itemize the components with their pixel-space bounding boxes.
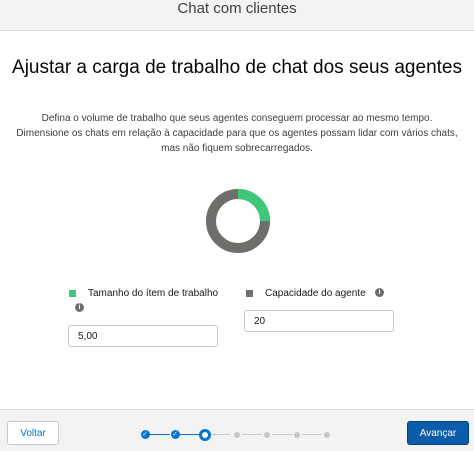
work-item-swatch <box>69 290 76 297</box>
page-description: Defina o volume de trabalho que seus age… <box>16 113 458 154</box>
workload-donut-chart <box>206 189 270 253</box>
progress-connector <box>242 434 262 435</box>
progress-step-current <box>199 428 211 441</box>
work-item-size-input[interactable] <box>68 325 218 347</box>
progress-connector <box>272 434 292 435</box>
progress-connector <box>180 434 200 435</box>
check-icon: ✓ <box>170 430 180 439</box>
agent-capacity-label: Capacidade do agente <box>265 288 366 299</box>
header-bar: Chat com clientes <box>0 0 474 31</box>
progress-connector <box>302 434 322 435</box>
progress-step-upcoming <box>234 431 240 438</box>
progress-step-upcoming <box>264 431 270 438</box>
progress-connector <box>150 434 170 435</box>
page-title: Ajustar a carga de trabalho de chat dos … <box>12 57 462 78</box>
agent-capacity-swatch <box>246 290 253 297</box>
back-button[interactable]: Voltar <box>7 421 59 445</box>
header-title: Chat com clientes <box>177 0 297 17</box>
agent-capacity-input[interactable] <box>244 310 394 332</box>
progress-step-upcoming <box>324 431 330 438</box>
progress-indicator: ✓ ✓ <box>140 427 330 441</box>
footer-bar: Voltar ✓ ✓ Avançar <box>0 409 474 451</box>
check-icon: ✓ <box>140 430 150 439</box>
info-icon[interactable]: i <box>75 303 84 312</box>
work-item-size-label: Tamanho do ítem de trabalho <box>88 288 219 299</box>
next-button[interactable]: Avançar <box>407 421 469 445</box>
progress-connector <box>210 434 230 435</box>
progress-step-upcoming <box>294 431 300 438</box>
info-icon[interactable]: i <box>375 288 384 297</box>
